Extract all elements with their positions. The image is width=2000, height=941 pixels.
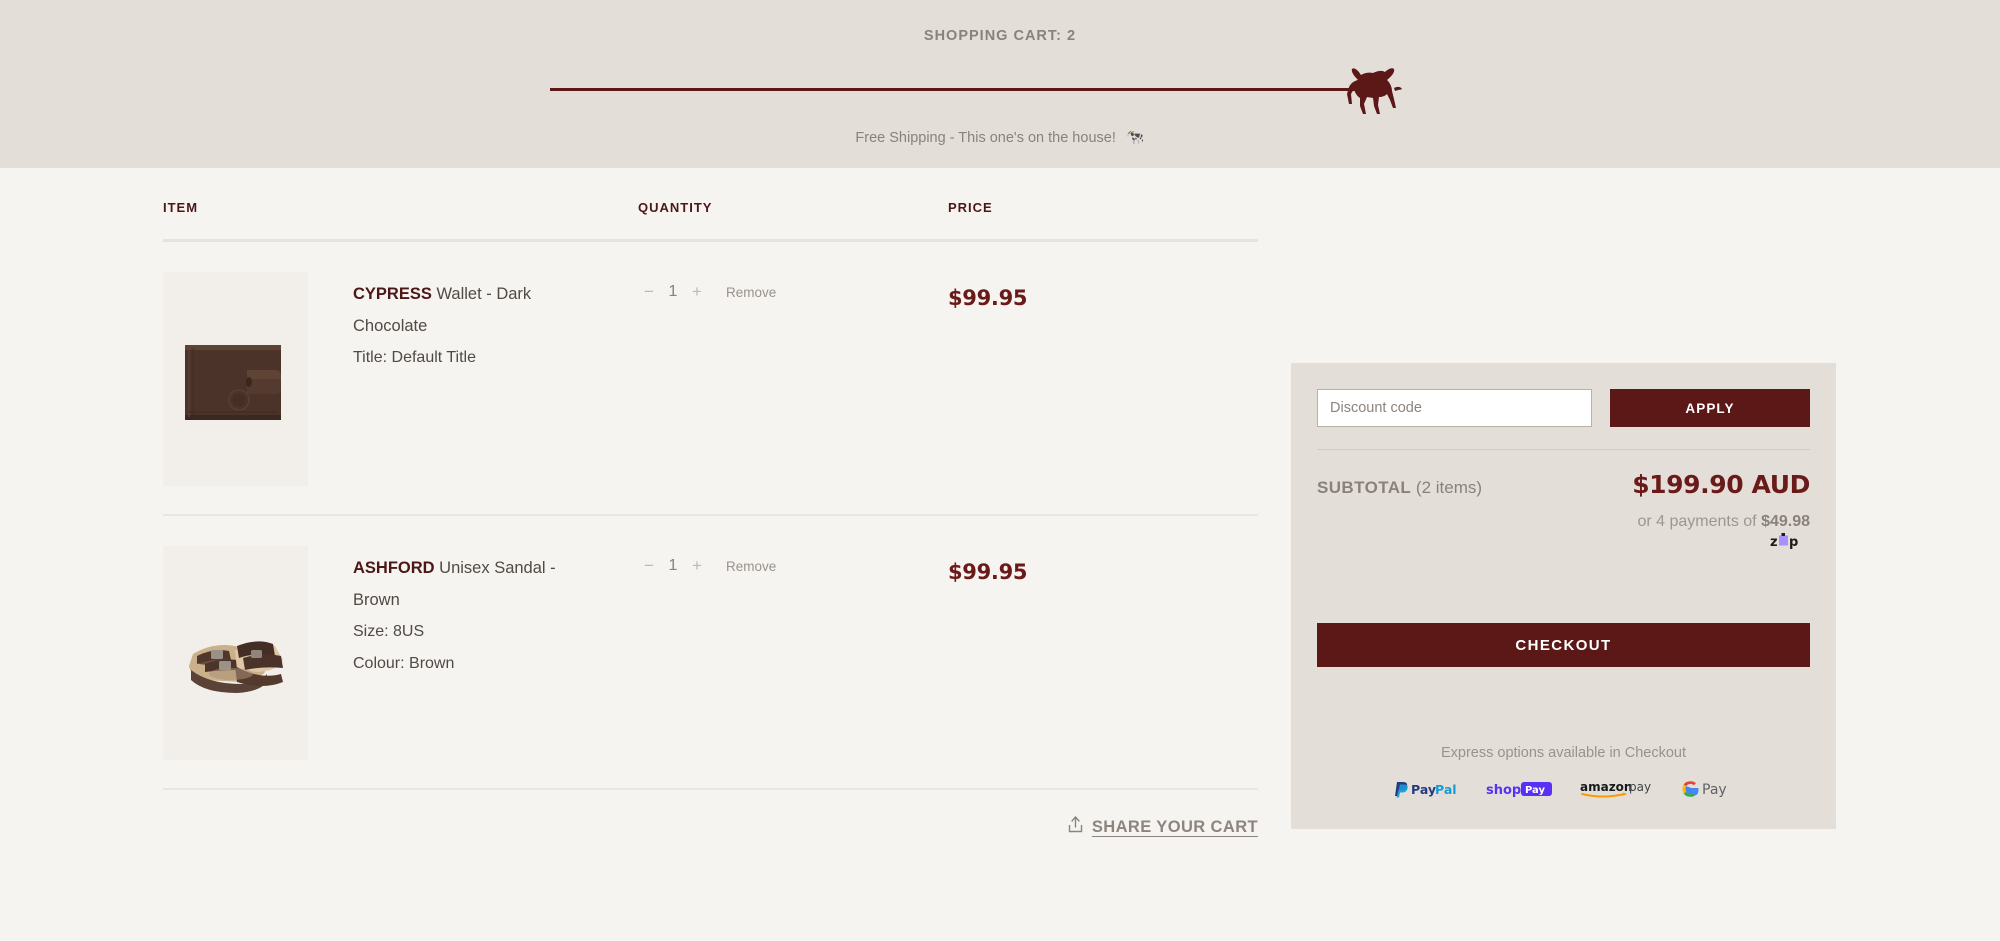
quantity-decrease-button[interactable]: −: [638, 556, 660, 576]
table-row: ASHFORD Unisex Sandal - Brown Size: 8US …: [163, 516, 1258, 788]
item-option: Size: 8US: [353, 623, 425, 640]
item-title: ASHFORD Unisex Sandal - Brown: [353, 552, 593, 616]
item-brand: CYPRESS: [353, 285, 432, 303]
progress-bar-track: [550, 88, 1378, 91]
svg-text:p: p: [1789, 535, 1798, 549]
amazon-pay-logo[interactable]: amazon pay: [1580, 779, 1656, 799]
svg-text:Pay: Pay: [1525, 785, 1546, 796]
subtotal-label-group: SUBTOTAL (2 items): [1317, 478, 1482, 498]
installment-row: or 4 payments of $49.98: [1317, 499, 1810, 531]
cart-body: ITEM QUANTITY PRICE CYPRESS Wallet - Dar…: [0, 168, 2000, 838]
share-upload-icon: [1068, 816, 1083, 838]
item-price: $99.95: [948, 560, 1028, 584]
installment-amount: $49.98: [1761, 513, 1810, 530]
svg-text:shop: shop: [1486, 783, 1521, 798]
column-header-item: ITEM: [163, 200, 199, 215]
svg-text:Pal: Pal: [1435, 782, 1457, 797]
svg-text:Pay: Pay: [1411, 782, 1436, 797]
quantity-increase-button[interactable]: +: [686, 282, 708, 302]
free-shipping-text: Free Shipping - This one's on the house!: [855, 130, 1116, 146]
svg-text:z: z: [1770, 535, 1778, 549]
cart-header: SHOPPING CART: 2 Free Shipping - This on…: [0, 0, 2000, 168]
quantity-increase-button[interactable]: +: [686, 556, 708, 576]
order-summary-panel: APPLY SUBTOTAL (2 items) $199.90 AUD or …: [1291, 363, 1836, 829]
bull-icon: [1340, 66, 1404, 118]
free-shipping-message: Free Shipping - This one's on the house!…: [0, 128, 2000, 146]
svg-text:Pay: Pay: [1702, 782, 1727, 798]
google-pay-logo[interactable]: Pay: [1681, 779, 1734, 799]
quantity-decrease-button[interactable]: −: [638, 282, 660, 302]
page-title: SHOPPING CART: 2: [923, 28, 1077, 44]
subtotal-value: $199.90 AUD: [1632, 470, 1810, 499]
quantity-value[interactable]: 1: [660, 283, 686, 301]
item-option: Colour: Brown: [353, 655, 455, 672]
cart-items-table: ITEM QUANTITY PRICE CYPRESS Wallet - Dar…: [163, 168, 1258, 838]
shop-pay-logo[interactable]: shop Pay: [1486, 780, 1554, 798]
apply-discount-button[interactable]: APPLY: [1610, 389, 1810, 427]
remove-item-button[interactable]: Remove: [726, 285, 776, 300]
cypress-wallet-dark-chocolate-image[interactable]: [163, 272, 308, 486]
installment-prefix: or 4 payments of: [1637, 513, 1762, 530]
cow-emoji-icon: 🐄: [1125, 129, 1145, 146]
subtotal-item-count: (2 items): [1415, 478, 1483, 497]
table-row: CYPRESS Wallet - Dark Chocolate Title: D…: [163, 242, 1258, 514]
discount-code-input[interactable]: [1317, 389, 1592, 427]
paypal-logo[interactable]: Pay Pal: [1394, 780, 1460, 798]
share-cart-row: SHARE YOUR CART: [163, 790, 1258, 838]
quantity-stepper: − 1 + Remove: [638, 272, 948, 302]
column-header-quantity: QUANTITY: [638, 200, 713, 215]
discount-row: APPLY: [1317, 389, 1810, 427]
table-header-row: ITEM QUANTITY PRICE: [163, 200, 1258, 239]
item-details: CYPRESS Wallet - Dark Chocolate Title: D…: [308, 272, 638, 374]
item-option: Title: Default Title: [353, 349, 477, 366]
item-details: ASHFORD Unisex Sandal - Brown Size: 8US …: [308, 546, 638, 680]
subtotal-label: SUBTOTAL: [1317, 478, 1412, 497]
svg-text:pay: pay: [1629, 780, 1651, 794]
ashford-unisex-sandal-brown-image[interactable]: [163, 546, 308, 760]
express-options-note: Express options available in Checkout: [1440, 745, 1687, 761]
subtotal-row: SUBTOTAL (2 items) $199.90 AUD: [1317, 450, 1810, 499]
column-header-price: PRICE: [948, 200, 993, 215]
item-brand: ASHFORD: [353, 559, 435, 577]
svg-text:amazon: amazon: [1580, 780, 1632, 794]
zip-logo: z p: [1317, 531, 1810, 550]
item-title: CYPRESS Wallet - Dark Chocolate: [353, 278, 593, 342]
quantity-stepper: − 1 + Remove: [638, 546, 948, 576]
free-shipping-progress: [550, 66, 1450, 122]
remove-item-button[interactable]: Remove: [726, 559, 776, 574]
checkout-button[interactable]: CHECKOUT: [1317, 623, 1810, 667]
item-price: $99.95: [948, 286, 1028, 310]
payment-methods-row: Pay Pal shop Pay amazon pay Pay: [1317, 761, 1810, 799]
share-cart-button[interactable]: SHARE YOUR CART: [1068, 816, 1258, 838]
quantity-value[interactable]: 1: [660, 557, 686, 575]
share-cart-label: SHARE YOUR CART: [1091, 817, 1258, 836]
